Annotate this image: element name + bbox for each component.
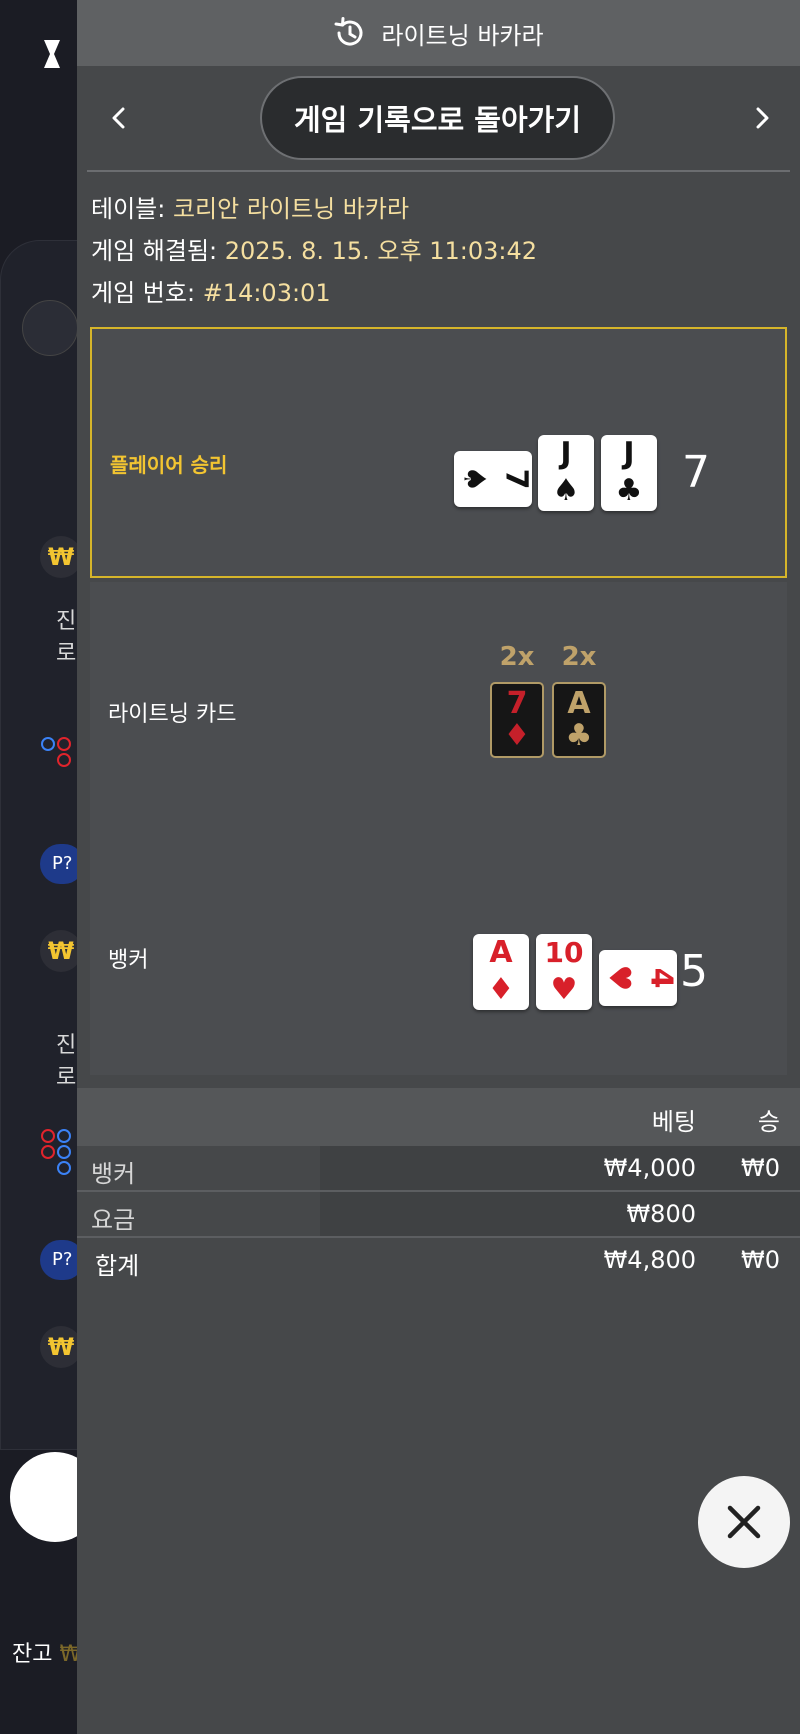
bet-total-row: 합계 ₩4,800 ₩0 [77,1238,800,1284]
playing-card: J ♣ [601,435,657,511]
chip-icon: ₩ [40,930,82,972]
table-text: 로 [56,1065,77,1090]
card-rank: A [489,935,513,970]
win-amount: ₩0 [741,1154,780,1182]
lightning-multiplier: 2x [499,642,535,672]
bets-table-header: 베팅 승 [77,1088,800,1146]
table-text: 진 [56,609,77,634]
game-number-line: 게임 번호: #14:03:01 [91,272,786,314]
card-suit: ♠ [456,465,492,493]
bet-amount: ₩800 [626,1200,696,1228]
card-rank: 4 [643,967,679,989]
table-text: 로 [56,641,77,666]
card-rank: A [567,686,591,721]
bets-table: 베팅 승 뱅커 ₩4,000 ₩0 요금 ₩800 합계 ₩4,800 ₩0 [77,1088,800,1284]
bet-amount: ₩4,000 [603,1154,696,1182]
table-name-line: 테이블: 코리안 라이트닝 바카라 [91,188,786,230]
card-rank: 10 [544,936,584,969]
chevron-left-icon [112,107,125,129]
playing-card: J ♠ [538,435,594,511]
player-score: 7 [682,447,710,498]
game-number-value: #14:03:01 [202,279,331,307]
banker-hand: 뱅커 A ♦ 10 ♥ ♥ 4 5 [90,882,787,1075]
playing-card: ♥ 4 [599,950,679,1006]
lightning-card: 7 ♦ [490,682,544,758]
roadmap-dots [41,737,71,767]
bet-row: 뱅커 ₩4,000 ₩0 [77,1146,800,1192]
brand-logo-icon [44,40,60,68]
next-game-button[interactable] [740,96,784,140]
playing-card: A ♦ [473,934,529,1010]
lightning-multiplier: 2x [561,642,597,672]
chip-icon: ₩ [40,1326,82,1368]
resolved-line: 게임 해결됨: 2025. 8. 15. 오후 11:03:42 [91,230,786,272]
card-rank: J [623,436,635,471]
previous-game-button[interactable] [97,96,141,140]
roadmap-dots [41,1129,71,1175]
total-win-amount: ₩0 [741,1246,780,1274]
panel-title: 라이트닝 바카라 [381,21,544,50]
bet-cell-bg [320,1192,800,1236]
total-bet-amount: ₩4,800 [603,1246,696,1274]
bet-name: 요금 [91,1206,136,1234]
resolved-value: 2025. 8. 15. 오후 11:03:42 [224,237,538,265]
card-suit: ♣ [565,718,593,753]
card-suit: ♦ [503,718,531,753]
card-rank: J [560,436,572,471]
balance-label: 잔고 [12,1642,53,1667]
card-suit: ♥ [601,964,637,992]
card-suit: ♣ [615,473,643,508]
table-label: 테이블: [91,195,166,223]
bet-name: 뱅커 [91,1160,136,1188]
panel-header: 라이트닝 바카라 [77,0,800,66]
back-to-history-button[interactable]: 게임 기록으로 돌아가기 [260,76,615,160]
bet-cell-bg [320,1146,800,1190]
game-history-panel: 라이트닝 바카라 게임 기록으로 돌아가기 테이블: 코리안 라이트닝 바카라 … [77,0,800,1734]
chip-icon: ₩ [40,536,82,578]
card-suit: ♥ [550,972,578,1007]
lightning-card: A ♣ [552,682,606,758]
banker-score: 5 [680,946,708,997]
win-column-header: 승 [757,1108,780,1136]
playing-card: ♠ 7 [454,451,534,507]
close-icon [727,1505,761,1539]
total-label: 합계 [95,1252,140,1280]
card-suit: ♠ [552,473,580,508]
banker-label: 뱅커 [108,948,149,973]
bet-row: 요금 ₩800 [77,1192,800,1238]
card-rank: 7 [506,686,528,721]
roadmap-token [22,300,78,356]
player-result-label: 플레이어 승리 [110,453,228,477]
close-button[interactable] [698,1476,790,1568]
bet-column-header: 베팅 [651,1108,696,1136]
history-icon [334,17,363,46]
game-number-label: 게임 번호: [91,279,196,307]
game-info: 테이블: 코리안 라이트닝 바카라 게임 해결됨: 2025. 8. 15. 오… [77,172,800,314]
lightning-cards-label: 라이트닝 카드 [108,702,237,727]
lightning-cards-section: 라이트닝 카드 2x 7 ♦ 2x A ♣ [90,582,787,882]
resolved-label: 게임 해결됨: [91,237,218,265]
card-suit: ♦ [487,972,515,1007]
card-rank: 7 [498,468,534,490]
player-hand: 플레이어 승리 ♠ 7 J ♠ J ♣ 7 [90,327,787,578]
table-text: 진 [56,1033,77,1058]
divider [87,170,790,172]
history-nav: 게임 기록으로 돌아가기 [77,66,800,172]
table-value: 코리안 라이트닝 바카라 [172,195,410,223]
playing-card: 10 ♥ [536,934,592,1010]
chevron-right-icon [756,107,769,129]
